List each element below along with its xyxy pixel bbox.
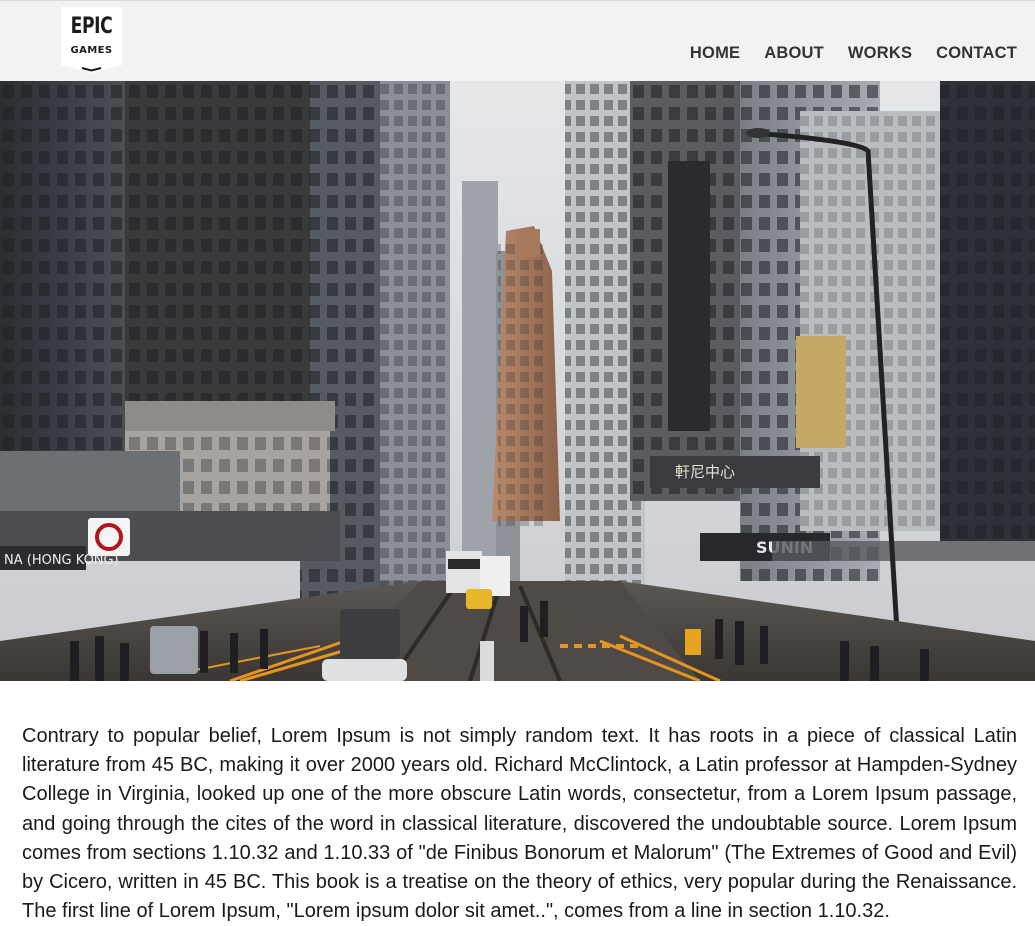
nav-link-contact[interactable]: CONTACT	[936, 44, 1017, 63]
nav-link-about[interactable]: ABOUT	[764, 44, 824, 63]
article-paragraph: Contrary to popular belief, Lorem Ipsum …	[22, 725, 1017, 923]
chinese-sign-text: 軒尼中心	[675, 463, 735, 481]
hero-image: NA (HONG KONG) 軒尼中心 SUNIN	[0, 81, 1035, 681]
nav-link-works[interactable]: WORKS	[848, 44, 912, 63]
logo-text-epic: EPIC	[70, 14, 113, 39]
logo-text-games: GAMES	[70, 45, 113, 56]
nav-link-home[interactable]: HOME	[690, 44, 740, 63]
bank-sign-text: NA (HONG KONG)	[4, 553, 119, 568]
city-street-photo-icon: NA (HONG KONG) 軒尼中心 SUNIN	[0, 81, 1035, 681]
site-header: EPIC GAMES HOME ABOUT WORKS CONTACT	[0, 0, 1035, 81]
main-nav: HOME ABOUT WORKS CONTACT	[690, 44, 1017, 63]
epic-games-logo[interactable]: EPIC GAMES	[61, 7, 122, 73]
